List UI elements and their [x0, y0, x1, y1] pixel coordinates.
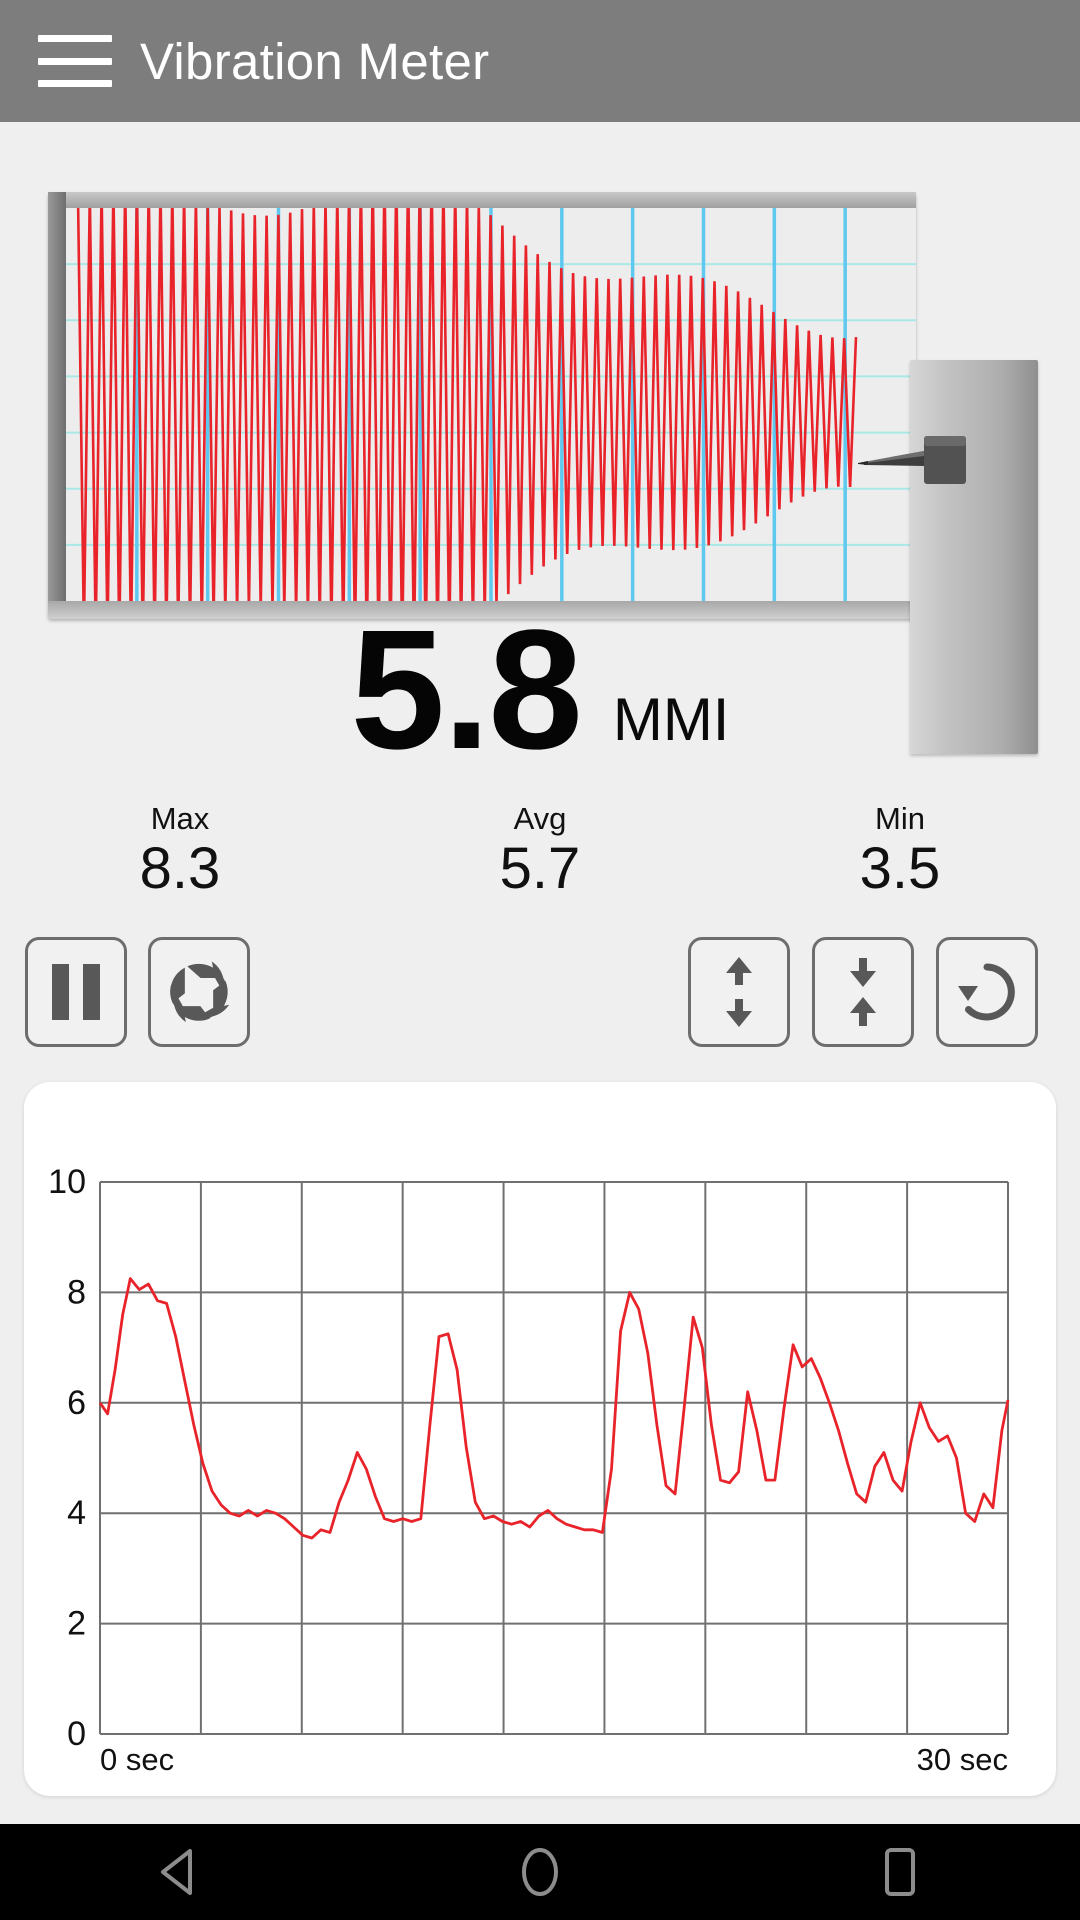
triangle-back-icon [161, 1849, 192, 1895]
stat-min-label: Min [875, 801, 925, 836]
recorder-paper [66, 208, 916, 601]
circle-home-icon [522, 1848, 558, 1896]
stat-min-value: 3.5 [859, 836, 941, 901]
reading-value: 5.8 [350, 595, 583, 785]
chart-y-tick-label: 6 [67, 1384, 86, 1422]
recorder-pen-icon [858, 432, 966, 495]
stat-max-value: 8.3 [139, 836, 221, 901]
chart-y-tick-label: 10 [48, 1163, 86, 1201]
zoom-out-button[interactable] [812, 937, 914, 1047]
stats-row: Max 8.3 Avg 5.7 Min 3.5 [0, 800, 1080, 900]
chart-line-series [98, 1277, 1010, 1540]
history-chart-card: 0 2 4 6 8 10 0 sec 30 sec [24, 1082, 1056, 1796]
square-recents-icon [885, 1848, 915, 1896]
collapse-vertical-icon [850, 958, 876, 1026]
nav-recents-button[interactable] [840, 1824, 960, 1920]
stat-avg: Avg 5.7 [360, 800, 720, 900]
app-bar: Vibration Meter [0, 0, 1080, 122]
reset-rotate-icon [958, 963, 1015, 1021]
stat-max-label: Max [150, 801, 210, 836]
waveform-trace [66, 208, 916, 601]
stat-max: Max 8.3 [0, 800, 360, 900]
page-title: Vibration Meter [140, 32, 490, 90]
chart-gridlines [99, 1181, 1009, 1735]
pause-button[interactable] [25, 937, 127, 1047]
hamburger-line [38, 80, 112, 87]
android-nav-bar [0, 1824, 1080, 1920]
reset-button[interactable] [936, 937, 1038, 1047]
expand-vertical-icon [726, 957, 752, 1027]
chart-x-end-label: 30 sec [917, 1742, 1008, 1777]
chart-y-tick-labels: 0 2 4 6 8 10 [48, 1163, 86, 1753]
hamburger-line [38, 35, 112, 42]
zoom-in-button[interactable] [688, 937, 790, 1047]
snapshot-button[interactable] [148, 937, 250, 1047]
seismograph-recorder [48, 192, 1048, 754]
controls-row [0, 937, 1080, 1047]
chart-y-tick-label: 2 [67, 1605, 86, 1643]
chart-x-start-label: 0 sec [100, 1742, 174, 1777]
current-reading: 5.8 MMI [0, 595, 1080, 785]
pause-bar [83, 964, 100, 1020]
recorder-bezel-top [48, 192, 916, 208]
stat-avg-label: Avg [513, 801, 567, 836]
recorder-frame [48, 192, 916, 619]
nav-back-button[interactable] [120, 1824, 240, 1920]
reading-unit: MMI [612, 686, 730, 753]
camera-aperture-icon [170, 961, 230, 1023]
recorder-bezel-left [48, 192, 66, 619]
chart-y-tick-label: 8 [67, 1273, 86, 1311]
nav-home-button[interactable] [480, 1824, 600, 1920]
stat-min: Min 3.5 [720, 800, 1080, 900]
stat-avg-value: 5.7 [499, 836, 581, 901]
pause-bar [52, 964, 69, 1020]
chart-y-tick-label: 0 [67, 1715, 86, 1753]
chart-y-tick-label: 4 [67, 1494, 86, 1532]
hamburger-line [38, 57, 112, 65]
pause-icon [52, 964, 100, 1020]
hamburger-icon[interactable] [38, 35, 112, 87]
history-chart: 0 2 4 6 8 10 0 sec 30 sec [48, 1163, 1010, 1777]
